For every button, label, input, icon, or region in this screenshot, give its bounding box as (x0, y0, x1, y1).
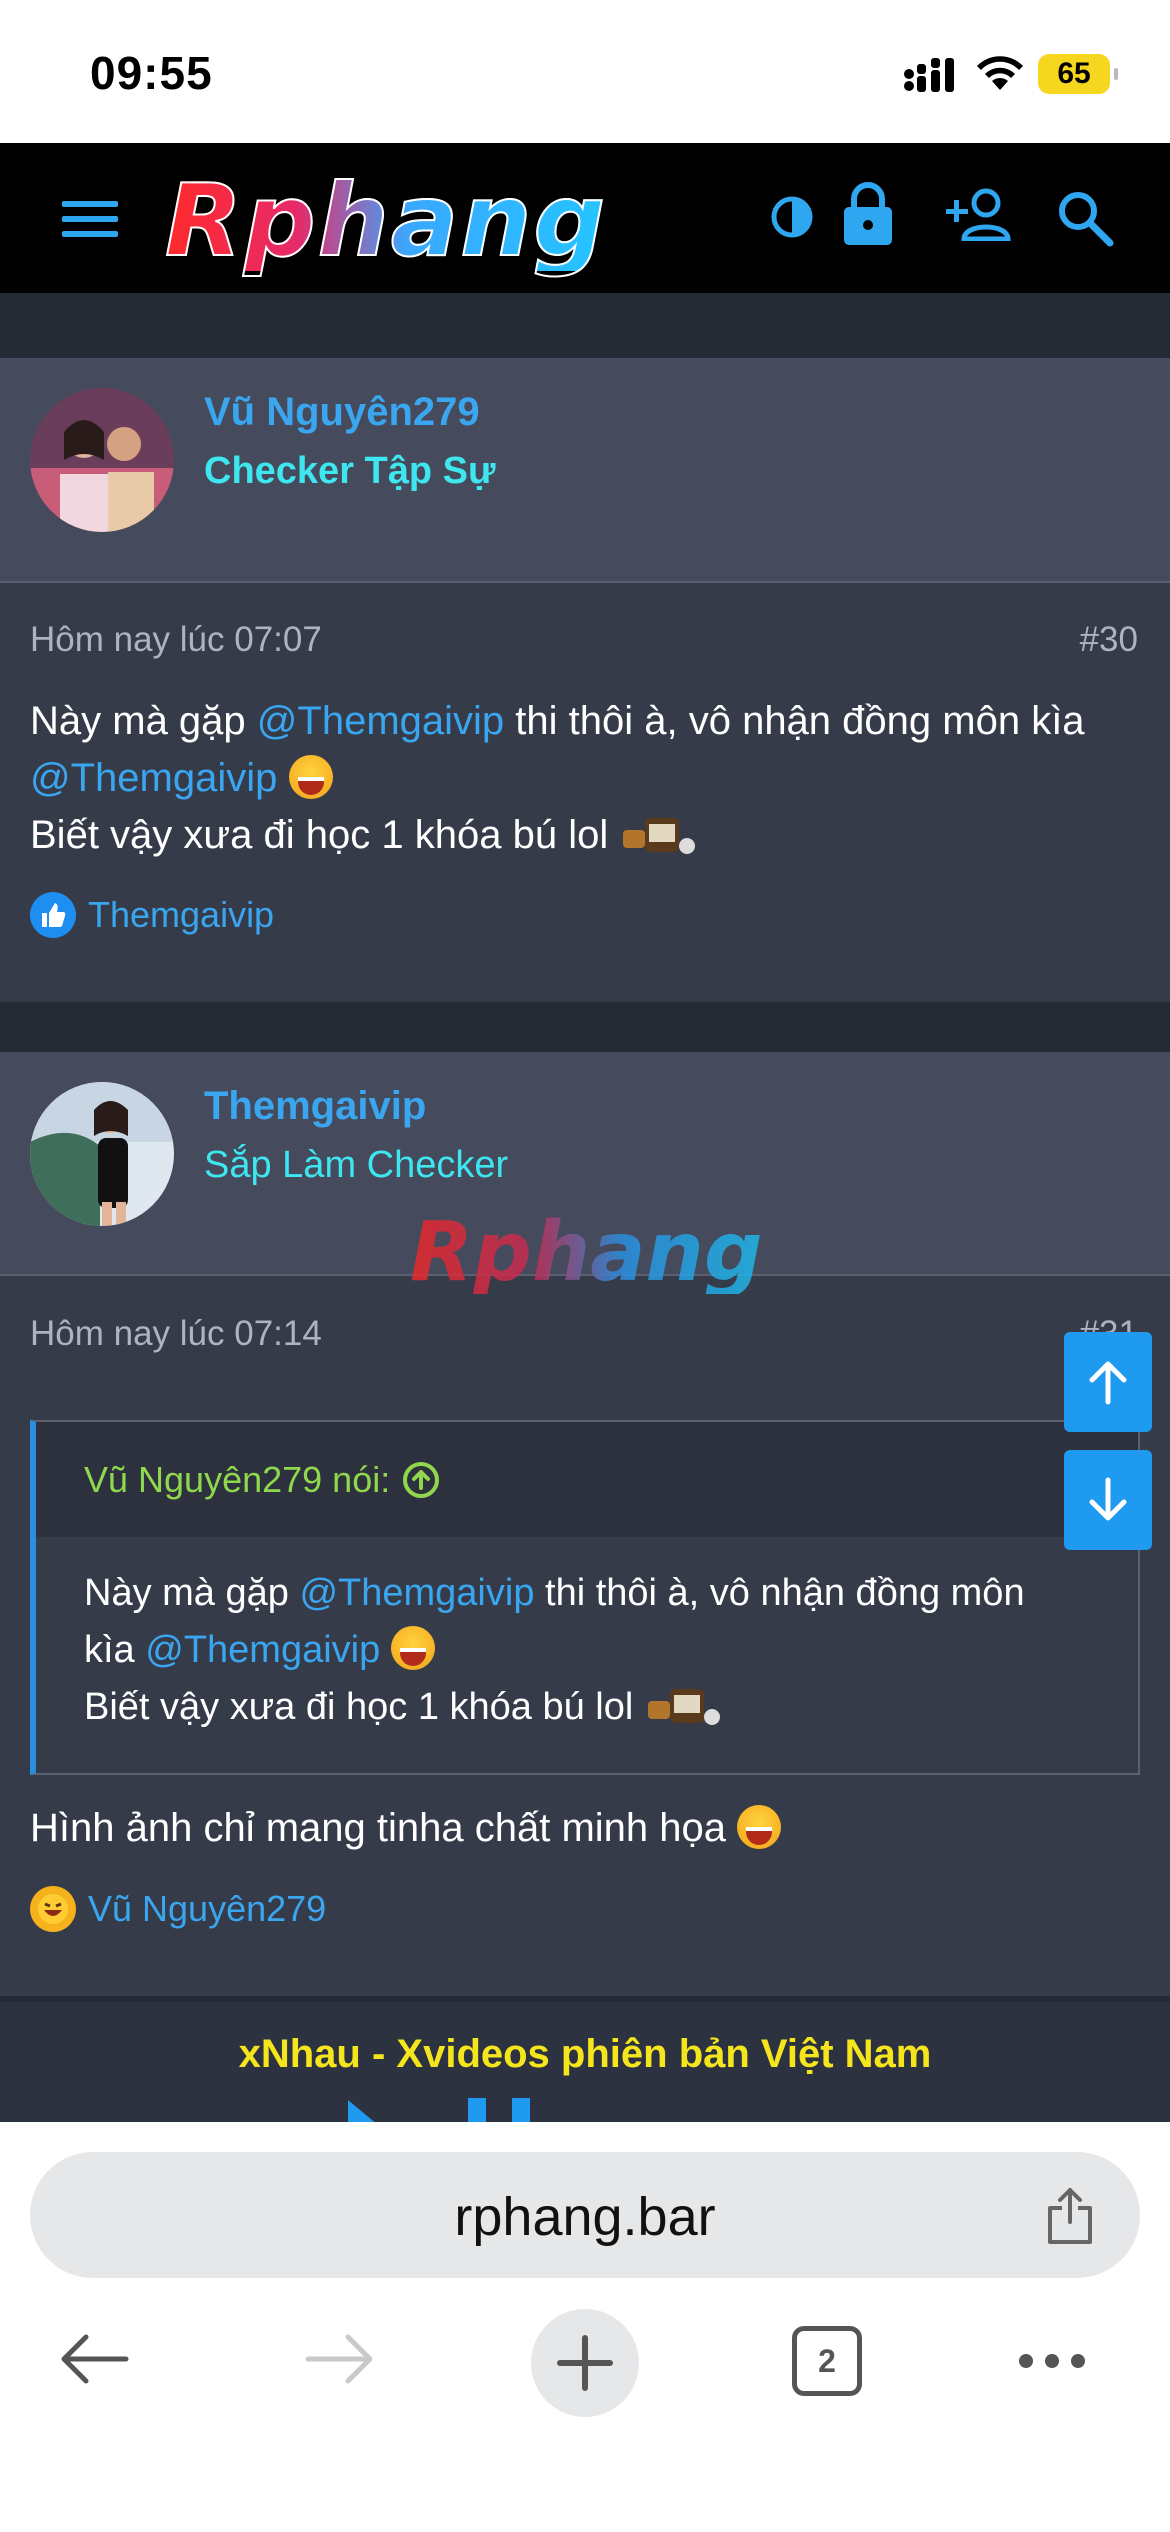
user-avatar[interactable] (30, 1082, 174, 1226)
quote-text: Biết vậy xưa đi học 1 khóa bú lol (84, 1686, 634, 1728)
forward-icon[interactable] (304, 2332, 376, 2386)
share-icon[interactable] (1044, 2186, 1096, 2246)
reaction-user[interactable]: Themgaivip (88, 894, 274, 936)
post-text: Này mà gặp (30, 699, 257, 743)
theme-toggle-icon[interactable] (770, 195, 814, 239)
status-time: 09:55 (90, 47, 213, 99)
separator (0, 1002, 1170, 1052)
haha-reaction-icon (30, 1886, 76, 1932)
user-rank: Sắp Làm Checker (204, 1144, 509, 1186)
quote-text: kìa (84, 1629, 146, 1671)
user-rank: Checker Tập Sự (204, 450, 496, 492)
reaction-user[interactable]: Vũ Nguyên279 (88, 1888, 326, 1930)
tab-count-button[interactable]: 2 (792, 2326, 862, 2396)
mention-link[interactable]: @Themgaivip (257, 699, 504, 743)
address-bar[interactable]: rphang.bar (30, 2152, 1140, 2278)
cellular-signal-icon (904, 58, 954, 92)
back-icon[interactable] (58, 2332, 130, 2386)
new-tab-icon[interactable] (530, 2308, 640, 2418)
site-header: Rphang (0, 143, 1170, 293)
post-author[interactable]: Vũ Nguyên279 (204, 390, 480, 435)
more-options-icon[interactable] (1016, 2350, 1088, 2372)
arrow-down-icon (1089, 1477, 1127, 1521)
reaction-bar[interactable]: Themgaivip (30, 892, 274, 938)
battery-icon: 65 (1038, 54, 1118, 94)
post-31: Themgaivip Sắp Làm Checker Hôm nay lúc 0… (0, 1052, 1170, 2002)
like-icon (30, 892, 76, 938)
post-text: thi thôi à, vô nhận đồng môn kìa (504, 699, 1085, 743)
post-user-header: Vũ Nguyên279 Checker Tập Sự (0, 358, 1170, 583)
lock-icon[interactable] (842, 181, 894, 247)
post-body: Hình ảnh chỉ mang tinha chất minh họa (30, 1800, 782, 1857)
mention-link[interactable]: @Themgaivip (145, 1629, 380, 1671)
site-watermark: Rphang (410, 1205, 763, 1300)
post-author[interactable]: Themgaivip (204, 1084, 426, 1129)
post-text: Biết vậy xưa đi học 1 khóa bú lol (30, 813, 609, 857)
mention-link[interactable]: @Themgaivip (30, 756, 277, 800)
quote-author[interactable]: Vũ Nguyên279 nói: (84, 1459, 390, 1501)
ad-banner[interactable]: xNhau - Xvideos phiên bản Việt Nam (0, 2002, 1170, 2122)
laughing-emoji-icon (390, 1626, 435, 1670)
user-avatar[interactable] (30, 388, 174, 532)
site-logo[interactable]: Rphang (164, 170, 607, 272)
menu-icon[interactable] (62, 199, 118, 239)
add-user-icon[interactable] (944, 187, 1014, 241)
scroll-top-button[interactable] (1064, 1332, 1152, 1432)
post-date[interactable]: Hôm nay lúc 07:14 (30, 1314, 322, 1354)
sticker-icon (647, 1689, 720, 1725)
quote-text: Này mà gặp (84, 1572, 300, 1614)
post-30: Vũ Nguyên279 Checker Tập Sự Hôm nay lúc … (0, 358, 1170, 1002)
ad-title[interactable]: xNhau - Xvideos phiên bản Việt Nam (0, 2032, 1170, 2077)
post-number[interactable]: #30 (1080, 620, 1138, 660)
quote-content: Này mà gặp @Themgaivip thi thôi à, vô nh… (36, 1537, 1138, 1766)
quote-block: Vũ Nguyên279 nói: Này mà gặp @Themgaivip… (30, 1420, 1140, 1775)
separator (0, 293, 1170, 358)
status-bar: 09:55 65 (0, 0, 1170, 143)
scroll-bottom-button[interactable] (1064, 1450, 1152, 1550)
post-text: Hình ảnh chỉ mang tinha chất minh họa (30, 1806, 726, 1850)
wifi-icon (977, 56, 1023, 90)
ad-logo-icon[interactable] (336, 2090, 616, 2122)
sticker-icon (623, 818, 696, 854)
quote-header[interactable]: Vũ Nguyên279 nói: (36, 1422, 1138, 1537)
post-date[interactable]: Hôm nay lúc 07:07 (30, 620, 322, 660)
search-icon[interactable] (1056, 189, 1114, 247)
quote-text: thi thôi à, vô nhận đồng môn (534, 1572, 1025, 1614)
post-body: Này mà gặp @Themgaivip thi thôi à, vô nh… (30, 693, 1085, 864)
jump-to-quote-icon[interactable] (402, 1461, 440, 1499)
arrow-up-icon (1089, 1361, 1127, 1405)
reaction-bar[interactable]: Vũ Nguyên279 (30, 1886, 326, 1932)
laughing-emoji-icon (288, 755, 333, 799)
address-bar-url[interactable]: rphang.bar (30, 2186, 1140, 2248)
mention-link[interactable]: @Themgaivip (299, 1572, 534, 1614)
laughing-emoji-icon (737, 1805, 782, 1849)
browser-toolbar: rphang.bar 2 (0, 2122, 1170, 2532)
